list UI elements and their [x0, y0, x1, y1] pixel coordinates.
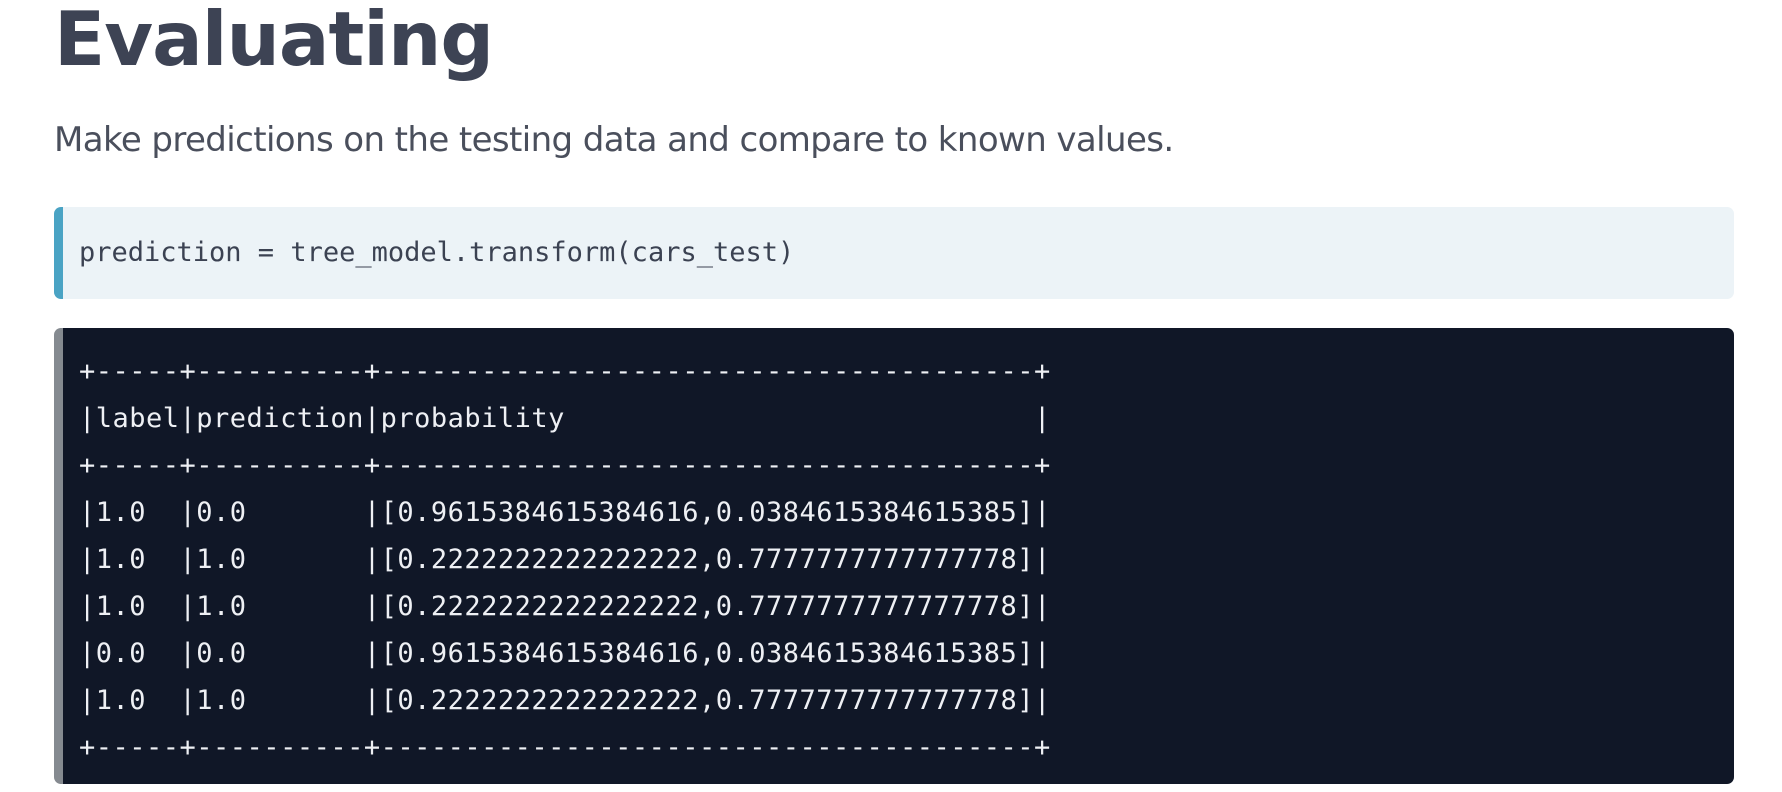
code-input-cell[interactable]: prediction = tree_model.transform(cars_t… [54, 207, 1734, 299]
output-line-table-border-bottom: +-----+----------+----------------------… [79, 732, 1051, 763]
output-line-table-row: |1.0 |0.0 |[0.9615384615384616,0.0384615… [79, 497, 1051, 528]
output-line-table-row: |1.0 |1.0 |[0.2222222222222222,0.7777777… [79, 591, 1051, 622]
code-input-text[interactable]: prediction = tree_model.transform(cars_t… [79, 233, 794, 273]
output-lines: +-----+----------+----------------------… [79, 348, 1051, 771]
output-line-table-row: |0.0 |0.0 |[0.9615384615384616,0.0384615… [79, 638, 1051, 669]
output-line-table-row: |1.0 |1.0 |[0.2222222222222222,0.7777777… [79, 544, 1051, 575]
section-description: Make predictions on the testing data and… [54, 120, 1174, 160]
output-line-table-header-border: +-----+----------+----------------------… [79, 450, 1051, 481]
code-output-cell: +-----+----------+----------------------… [54, 328, 1734, 784]
output-line-table-header: |label|prediction|probability | [79, 403, 1051, 434]
output-line-table-row: |1.0 |1.0 |[0.2222222222222222,0.7777777… [79, 685, 1051, 716]
output-line-table-border-top: +-----+----------+----------------------… [79, 356, 1051, 387]
page-title: Evaluating [54, 0, 494, 83]
